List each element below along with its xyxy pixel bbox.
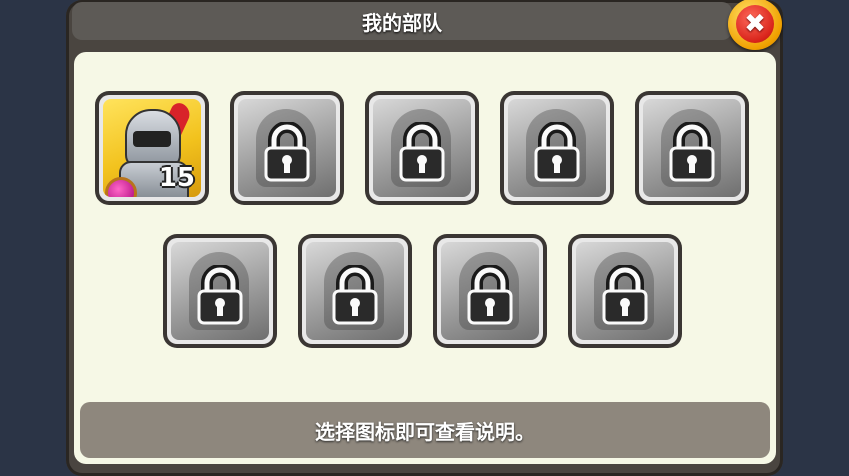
unit-card-locked[interactable] bbox=[365, 91, 479, 205]
unit-card-locked[interactable] bbox=[500, 91, 614, 205]
unit-card-locked[interactable] bbox=[635, 91, 749, 205]
close-button[interactable]: ✖ bbox=[728, 0, 782, 50]
unit-grid: 15 选择图标即可查看说明。 bbox=[74, 52, 776, 464]
lock-icon bbox=[467, 264, 513, 325]
lock-icon bbox=[264, 121, 310, 182]
unit-card-locked[interactable] bbox=[298, 234, 412, 348]
lock-icon bbox=[332, 264, 378, 325]
unit-level: 15 bbox=[158, 163, 195, 193]
lock-icon bbox=[534, 121, 580, 182]
unit-card-knight[interactable]: 15 bbox=[95, 91, 209, 205]
lock-icon bbox=[602, 264, 648, 325]
hint-bar: 选择图标即可查看说明。 bbox=[80, 402, 770, 458]
unit-card-locked[interactable] bbox=[568, 234, 682, 348]
lock-icon bbox=[197, 264, 243, 325]
lock-icon bbox=[399, 121, 445, 182]
hint-text: 选择图标即可查看说明。 bbox=[315, 419, 535, 444]
close-icon: ✖ bbox=[736, 5, 774, 43]
knight-icon: 15 bbox=[103, 99, 201, 197]
unit-card-locked[interactable] bbox=[163, 234, 277, 348]
lock-icon bbox=[669, 121, 715, 182]
page-title: 我的部队 bbox=[362, 10, 442, 35]
army-panel: 我的部队 ✖ 15 选择图标即可查看说明。 bbox=[66, 0, 783, 476]
unit-card-locked[interactable] bbox=[433, 234, 547, 348]
unit-card-locked[interactable] bbox=[230, 91, 344, 205]
title-bar: 我的部队 bbox=[72, 2, 732, 40]
